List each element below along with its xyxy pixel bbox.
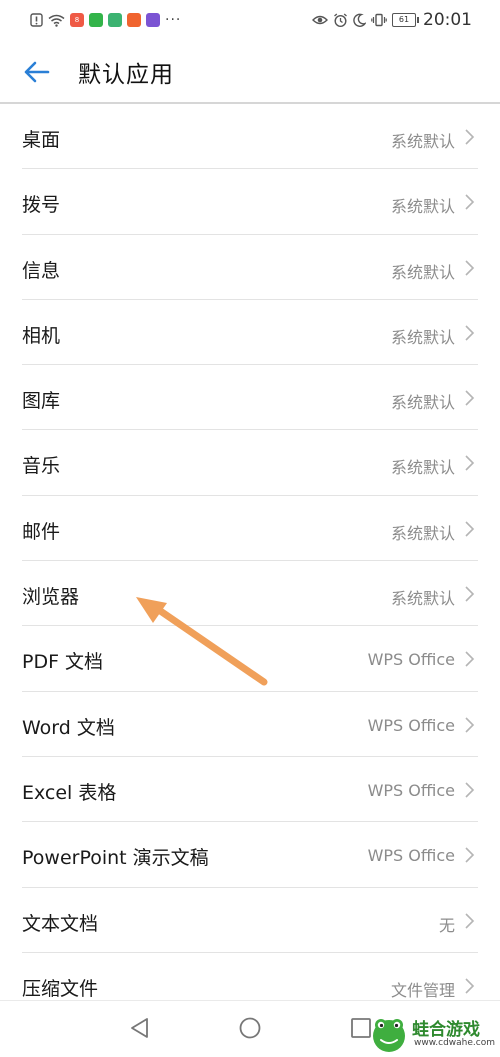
back-button[interactable] [20, 56, 52, 88]
app-header: 默认应用 [0, 40, 500, 102]
chevron-right-icon [465, 194, 475, 210]
status-bar-left: 8 ··· [30, 10, 181, 30]
list-item-label: 压缩文件 [22, 977, 99, 1000]
list-item-value: 系统默认 [390, 262, 455, 282]
chevron-right-icon [465, 455, 475, 472]
chevron-right-icon [465, 651, 475, 667]
app-badge-2-icon [89, 13, 103, 27]
app-badge-1-icon: 8 [70, 13, 84, 27]
chevron-right-icon [465, 260, 475, 276]
notification-alert-icon [30, 13, 43, 27]
list-item-label: PDF 文档 [22, 651, 104, 674]
chevron-right-icon [465, 717, 475, 733]
list-item-value: WPS Office [367, 650, 455, 670]
list-item-value: WPS Office [367, 846, 455, 866]
list-item[interactable]: Word 文档 WPS Office [0, 692, 500, 758]
chevron-right-icon [465, 782, 475, 798]
vibrate-icon [371, 13, 387, 27]
nav-recents-icon[interactable] [348, 1015, 374, 1041]
list-item[interactable]: 浏览器 系统默认 [0, 561, 500, 627]
chevron-right-icon [465, 325, 475, 341]
list-item[interactable]: 拨号 系统默认 [0, 169, 500, 235]
status-bar: 8 ··· 61 20:01 [0, 0, 500, 40]
list-item-value: 系统默认 [390, 132, 455, 151]
list-item[interactable]: 文本文档 无 [0, 888, 500, 954]
list-item-label: Excel 表格 [22, 781, 117, 804]
chevron-right-icon [465, 390, 475, 406]
nav-back-icon[interactable] [127, 1015, 153, 1041]
list-item-label: 文本文档 [22, 912, 99, 935]
list-item-label: 音乐 [22, 455, 61, 478]
app-badge-5-icon [146, 13, 160, 27]
list-item-value: 系统默认 [390, 393, 455, 413]
list-item-label: 信息 [22, 259, 61, 282]
list-item[interactable]: 相机 系统默认 [0, 300, 500, 366]
list-item[interactable]: 音乐 系统默认 [0, 430, 500, 497]
chevron-right-icon [465, 847, 475, 863]
list-item-value: 系统默认 [390, 327, 455, 347]
page-title: 默认应用 [78, 62, 174, 88]
nav-home-icon[interactable] [237, 1015, 263, 1041]
list-item-value: 系统默认 [390, 523, 455, 543]
list-item-label: 拨号 [22, 194, 61, 217]
list-item-label: PowerPoint 演示文稿 [22, 847, 209, 870]
list-item-value: 系统默认 [390, 197, 455, 217]
app-badge-4-icon [127, 13, 141, 27]
list-item-label: 相机 [22, 324, 61, 347]
app-badge-3-icon [108, 13, 122, 27]
list-item-label: 图库 [22, 390, 61, 413]
default-apps-list: 桌面 系统默认 拨号 系统默认 信息 系统默认 相机 系统默认 图库 系统默认 音乐 系统默认 邮件 系统… [0, 104, 500, 1018]
list-item[interactable]: PowerPoint 演示文稿 WPS Office [0, 822, 500, 888]
list-item-value: 系统默认 [390, 458, 455, 478]
do-not-disturb-icon [353, 13, 366, 27]
back-arrow-icon[interactable] [22, 60, 50, 84]
list-item[interactable]: 信息 系统默认 [0, 235, 500, 301]
status-bar-right: 61 20:01 [312, 8, 472, 32]
list-item-label: Word 文档 [22, 716, 115, 739]
list-item[interactable]: 桌面 系统默认 [0, 104, 500, 170]
list-item[interactable]: PDF 文档 WPS Office [0, 626, 500, 692]
list-item[interactable]: 图库 系统默认 [0, 365, 500, 431]
notification-app-icons: 8 [70, 13, 160, 27]
list-item-value: 系统默认 [390, 589, 455, 609]
more-notifications-icon: ··· [165, 12, 182, 28]
list-item-label: 桌面 [22, 129, 61, 151]
clock-time: 20:01 [423, 10, 472, 30]
navigation-bar [0, 1000, 500, 1057]
list-item-value: 文件管理 [390, 980, 455, 1000]
eye-comfort-icon [312, 14, 328, 26]
list-item-value: WPS Office [367, 715, 455, 735]
chevron-right-icon [465, 129, 475, 145]
list-item-label: 浏览器 [22, 586, 80, 609]
chevron-right-icon [465, 978, 475, 994]
list-item[interactable]: 邮件 系统默认 [0, 496, 500, 562]
alarm-icon [333, 13, 348, 28]
chevron-right-icon [465, 521, 475, 537]
battery-indicator: 61 [392, 13, 419, 27]
chevron-right-icon [465, 586, 475, 602]
list-item-value: WPS Office [367, 780, 455, 800]
chevron-right-icon [465, 912, 475, 929]
list-item-value: 无 [438, 915, 455, 935]
wifi-icon [48, 14, 65, 27]
list-item-label: 邮件 [22, 520, 61, 543]
list-item[interactable]: Excel 表格 WPS Office [0, 757, 500, 823]
